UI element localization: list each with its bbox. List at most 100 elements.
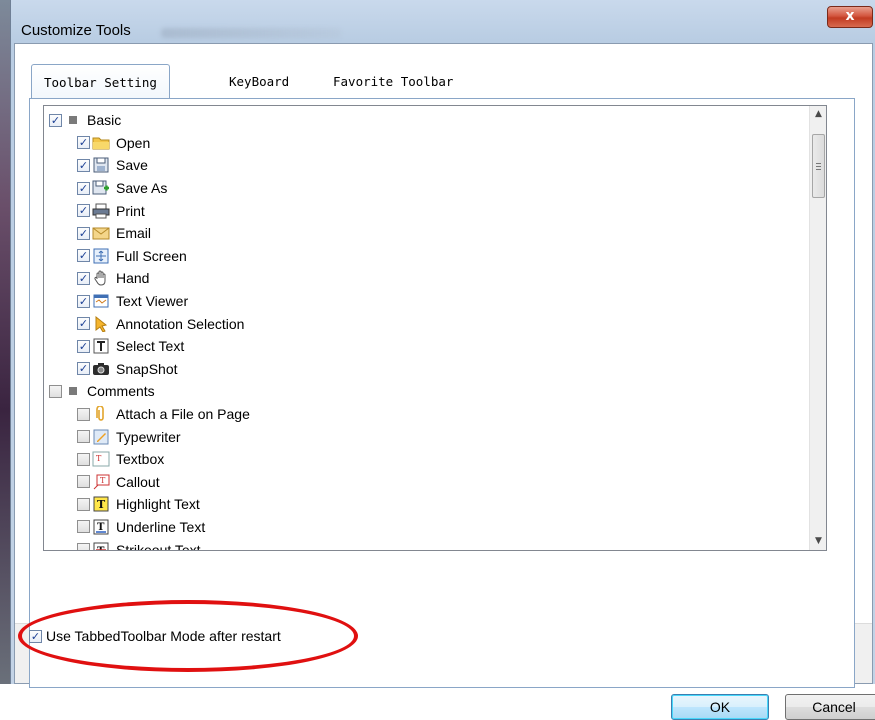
tool-checkbox[interactable]: ✓ [77, 362, 90, 376]
paperclip-icon [92, 405, 110, 423]
red-highlight-oval [18, 600, 358, 672]
tool-label: Hand [116, 270, 150, 287]
highlight-icon: T [92, 495, 110, 513]
dialog-client-area: Toolbar Setting KeyBoard Favorite Toolba… [14, 43, 875, 720]
tool-row-typewriter[interactable]: Typewriter [44, 425, 809, 448]
group-label: Comments [87, 383, 155, 400]
tool-label: Email [116, 225, 152, 242]
tool-checkbox[interactable]: ✓ [77, 204, 90, 218]
ok-button[interactable]: OK [671, 694, 769, 720]
group-checkbox[interactable]: ✓ [49, 113, 62, 127]
printer-icon [92, 202, 110, 220]
tool-row-highlight-text[interactable]: T Highlight Text [44, 493, 809, 516]
tab-label: KeyBoard [229, 74, 290, 89]
tool-row-print[interactable]: ✓ Print [44, 199, 809, 222]
tool-row-hand[interactable]: ✓ Hand [44, 267, 809, 290]
tool-row-open[interactable]: ✓ Open [44, 132, 809, 155]
tool-row-textbox[interactable]: T Textbox [44, 448, 809, 471]
cancel-button[interactable]: Cancel [785, 694, 875, 720]
tab-label: Toolbar Setting [44, 75, 157, 90]
tool-label: Highlight Text [116, 496, 200, 513]
tool-row-save[interactable]: ✓ Save [44, 154, 809, 177]
strikeout-icon: T [92, 541, 110, 550]
tool-row-attach-a-file-on-page[interactable]: Attach a File on Page [44, 403, 809, 426]
tool-checkbox[interactable] [77, 452, 90, 466]
customize-tools-dialog: Customize Tools x Toolbar Setting KeyBoa… [10, 0, 875, 720]
grip-line [816, 163, 821, 164]
tool-label: Save [116, 157, 148, 174]
group-square-icon [69, 387, 77, 396]
tool-label: Full Screen [116, 247, 187, 264]
tool-label: SnapShot [116, 360, 178, 377]
scroll-down-arrow-icon[interactable]: ▼ [810, 533, 826, 550]
folder-icon [92, 134, 110, 152]
textbox-icon: T [92, 450, 110, 468]
grip-line [816, 169, 821, 170]
tool-label: Textbox [116, 451, 165, 468]
tool-checkbox[interactable] [77, 430, 90, 444]
tool-checkbox[interactable]: ✓ [77, 181, 90, 195]
tool-row-select-text[interactable]: ✓ Select Text [44, 335, 809, 358]
underline-icon: T [92, 518, 110, 536]
toolbar-tree[interactable]: ✓ Basic ✓ Open ✓ Save ✓ Save As ✓ Print ✓ Email ✓ Ful… [43, 105, 827, 551]
tool-checkbox[interactable] [77, 475, 90, 489]
close-button[interactable]: x [827, 6, 873, 28]
tool-checkbox[interactable]: ✓ [77, 294, 90, 308]
tool-row-full-screen[interactable]: ✓ Full Screen [44, 245, 809, 268]
tool-checkbox[interactable]: ✓ [77, 158, 90, 172]
tool-checkbox[interactable]: ✓ [77, 271, 90, 285]
group-row-basic[interactable]: ✓ Basic [44, 109, 809, 132]
group-checkbox[interactable] [49, 384, 62, 398]
tool-row-annotation-selection[interactable]: ✓ Annotation Selection [44, 312, 809, 335]
tool-label: Underline Text [116, 518, 206, 535]
tool-label: Save As [116, 180, 168, 197]
svg-text:T: T [96, 454, 102, 463]
close-icon: x [845, 8, 855, 24]
tool-label: Text Viewer [116, 293, 189, 310]
arrow-cursor-icon [92, 315, 110, 333]
group-row-comments[interactable]: Comments [44, 380, 809, 403]
tool-checkbox[interactable] [77, 543, 90, 550]
tool-row-snapshot[interactable]: ✓ SnapShot [44, 358, 809, 381]
tool-checkbox[interactable]: ✓ [77, 136, 90, 150]
tool-label: Typewriter [116, 428, 181, 445]
tool-checkbox[interactable] [77, 497, 90, 511]
floppy-icon [92, 156, 110, 174]
tool-checkbox[interactable]: ✓ [77, 339, 90, 353]
scroll-thumb[interactable] [812, 134, 825, 198]
tool-label: Attach a File on Page [116, 406, 250, 423]
tab-toolbar-setting[interactable]: Toolbar Setting [31, 64, 170, 99]
blurred-title-text [161, 28, 341, 38]
title-bar[interactable]: Customize Tools x [11, 0, 875, 42]
scroll-up-arrow-icon[interactable]: ▲ [810, 106, 826, 123]
tool-label: Select Text [116, 338, 185, 355]
tool-label: Callout [116, 473, 160, 490]
tool-row-email[interactable]: ✓ Email [44, 222, 809, 245]
email-icon [92, 224, 110, 242]
typewriter-icon [92, 428, 110, 446]
background-desktop-strip [0, 0, 10, 684]
save-as-icon [92, 179, 110, 197]
tool-checkbox[interactable]: ✓ [77, 249, 90, 263]
tab-strip: Toolbar Setting KeyBoard Favorite Toolba… [31, 64, 851, 99]
camera-icon [92, 360, 110, 378]
tool-checkbox[interactable]: ✓ [77, 317, 90, 331]
tool-row-text-viewer[interactable]: ✓ Text Viewer [44, 290, 809, 313]
vertical-scrollbar[interactable]: ▲ ▼ [809, 106, 826, 550]
tool-checkbox[interactable] [77, 407, 90, 421]
tool-row-strikeout-text[interactable]: T Strikeout Text [44, 538, 809, 550]
svg-text:T: T [100, 476, 106, 485]
select-text-icon [92, 337, 110, 355]
toolbar-setting-panel: ✓ Basic ✓ Open ✓ Save ✓ Save As ✓ Print ✓ Email ✓ Ful… [29, 98, 855, 688]
tool-row-save-as[interactable]: ✓ Save As [44, 177, 809, 200]
tool-row-callout[interactable]: T Callout [44, 471, 809, 494]
tool-checkbox[interactable]: ✓ [77, 226, 90, 240]
tool-row-underline-text[interactable]: T Underline Text [44, 516, 809, 539]
tool-label: Annotation Selection [116, 315, 245, 332]
tab-keyboard[interactable]: KeyBoard [217, 66, 301, 98]
grip-line [816, 166, 821, 167]
tool-checkbox[interactable] [77, 520, 90, 534]
tab-favorite-toolbar[interactable]: Favorite Toolbar [321, 66, 465, 98]
tool-label: Print [116, 202, 145, 219]
tree-list: ✓ Basic ✓ Open ✓ Save ✓ Save As ✓ Print ✓ Email ✓ Ful… [44, 109, 809, 550]
